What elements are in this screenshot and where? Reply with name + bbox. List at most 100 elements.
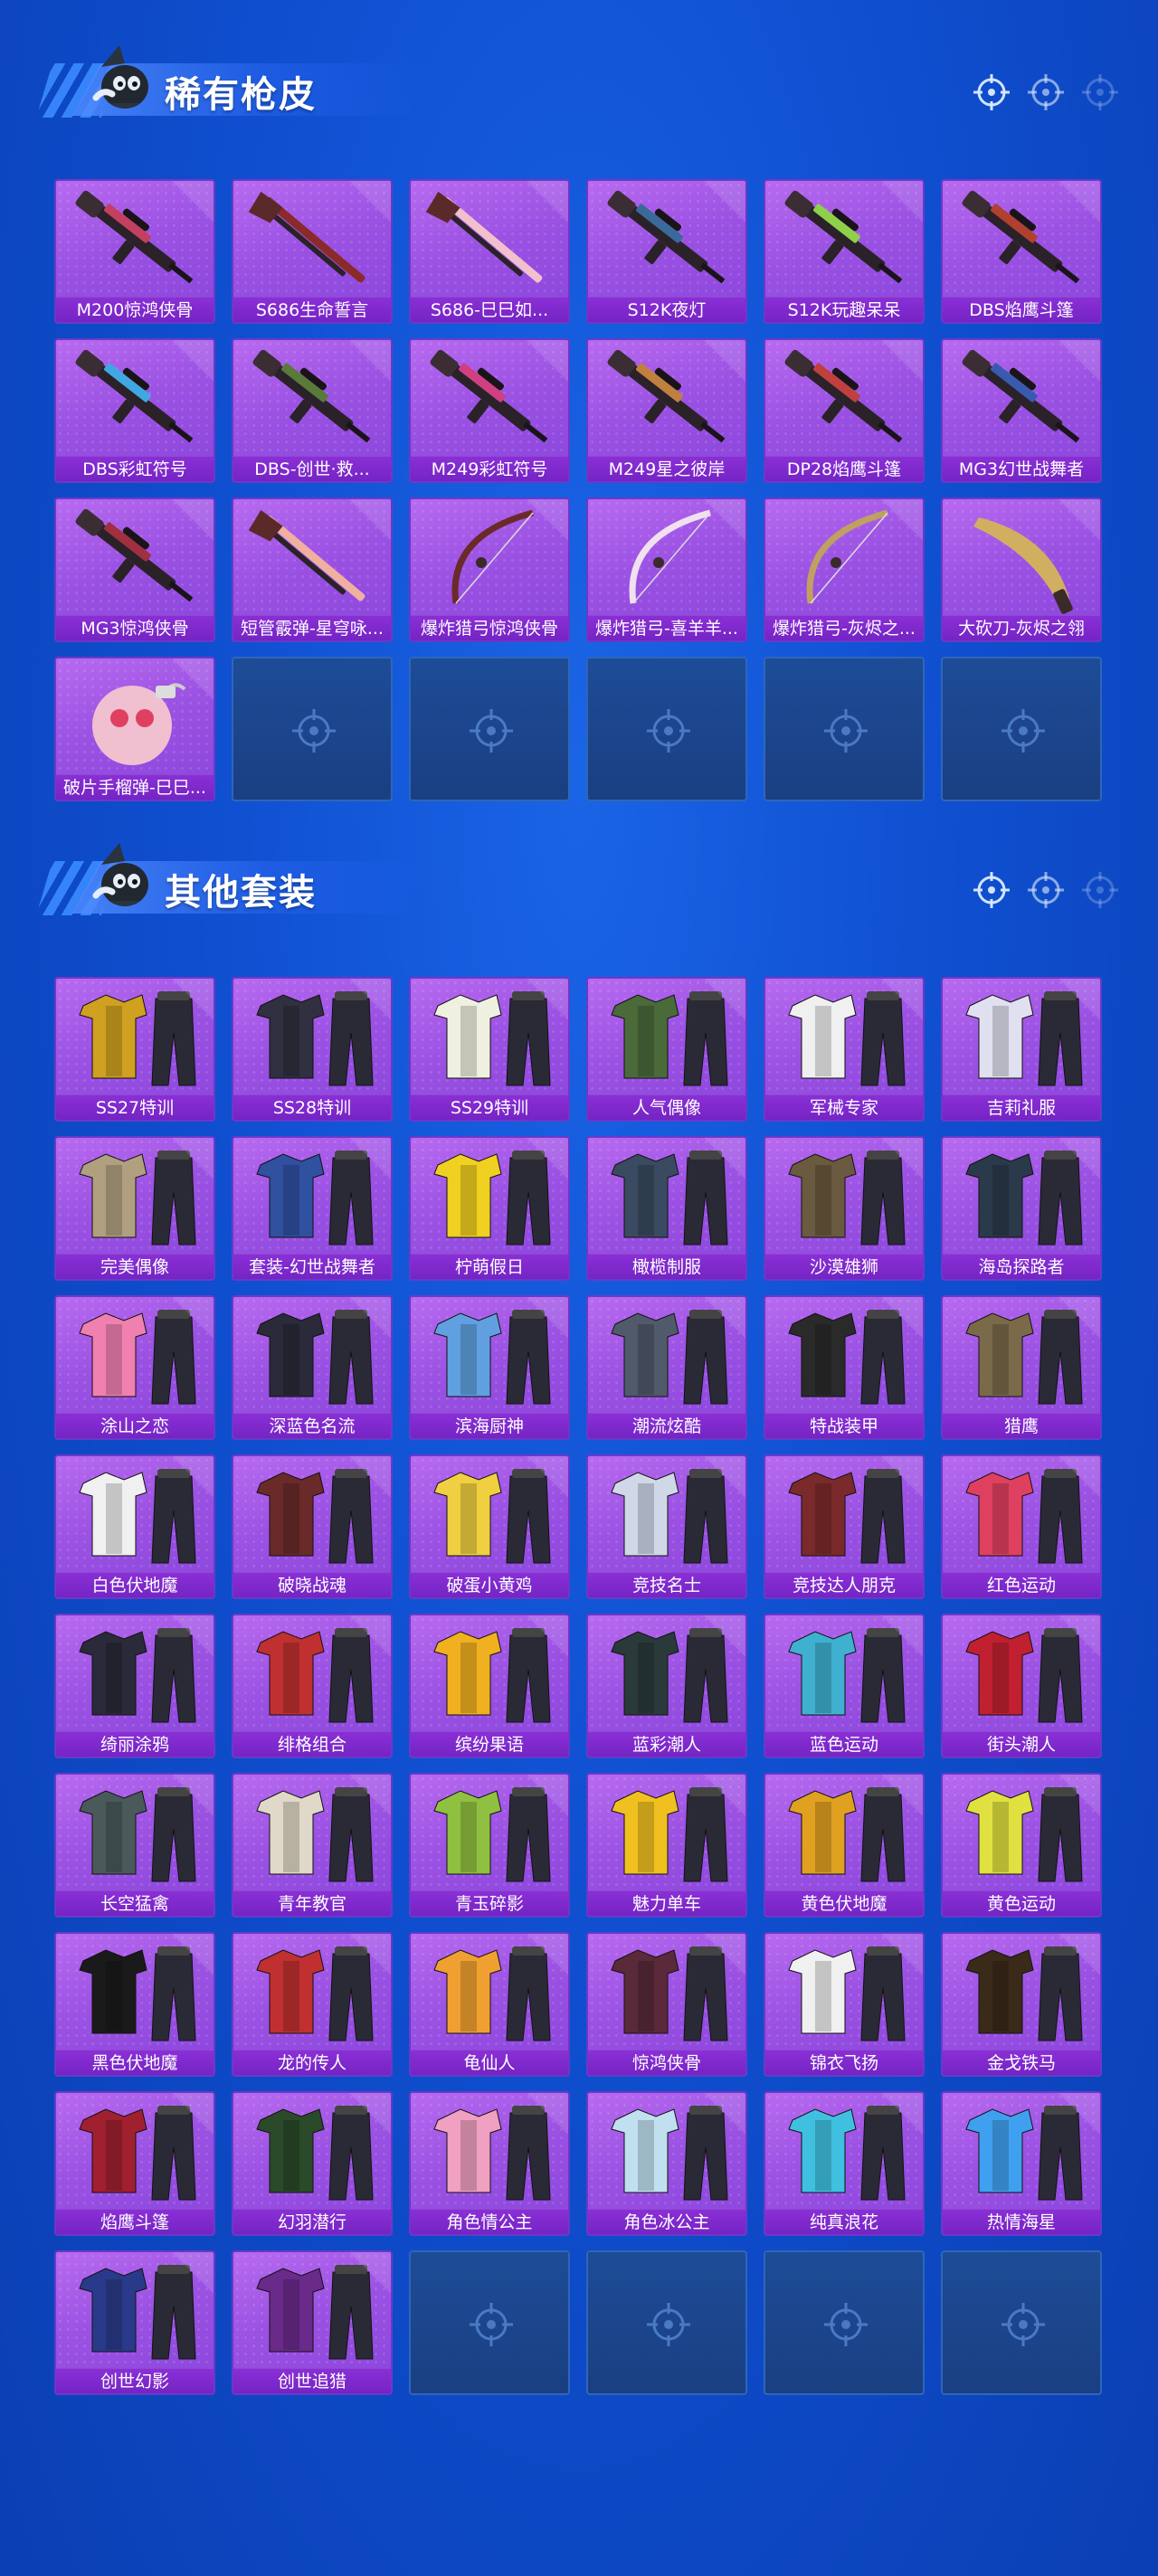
- item-card[interactable]: 竞技名士: [586, 1454, 747, 1599]
- item-card[interactable]: 金戈铁马: [941, 1932, 1102, 2077]
- item-label: M249彩虹符号: [411, 456, 568, 481]
- item-card[interactable]: 幻羽潜行: [232, 2091, 393, 2236]
- item-card[interactable]: 猎鹰: [941, 1295, 1102, 1440]
- pagination-dots: [972, 72, 1118, 112]
- item-label: 热情海星: [943, 2209, 1100, 2234]
- item-label: 龙的传人: [233, 2050, 391, 2075]
- weapon-image: [233, 499, 391, 617]
- crosshair-icon[interactable]: [1080, 72, 1120, 112]
- item-card[interactable]: DP28焰鹰斗篷: [764, 338, 925, 483]
- item-card[interactable]: 破片手榴弹-巳巳...: [54, 657, 215, 801]
- item-card[interactable]: 红色运动: [941, 1454, 1102, 1599]
- item-card[interactable]: 橄榄制服: [586, 1136, 747, 1281]
- item-card[interactable]: 竞技达人朋克: [764, 1454, 925, 1599]
- item-card[interactable]: 青玉碎影: [409, 1773, 570, 1918]
- empty-slot: [941, 2250, 1102, 2395]
- item-card[interactable]: MG3幻世战舞者: [941, 338, 1102, 483]
- crosshair-icon[interactable]: [972, 870, 1011, 910]
- item-card[interactable]: 大砍刀-灰烬之翎: [941, 497, 1102, 642]
- item-card[interactable]: 魅力单车: [586, 1773, 747, 1918]
- item-card[interactable]: 纯真浪花: [764, 2091, 925, 2236]
- item-card[interactable]: S12K夜灯: [586, 179, 747, 324]
- item-card[interactable]: 焰鹰斗篷: [54, 2091, 215, 2236]
- item-card[interactable]: 黄色伏地魔: [764, 1773, 925, 1918]
- item-label: 涂山之恋: [56, 1413, 214, 1438]
- item-card[interactable]: 黑色伏地魔: [54, 1932, 215, 2077]
- outfit-image: [56, 1615, 214, 1733]
- item-card[interactable]: 深蓝色名流: [232, 1295, 393, 1440]
- item-card[interactable]: 涂山之恋: [54, 1295, 215, 1440]
- item-card[interactable]: 破蛋小黄鸡: [409, 1454, 570, 1599]
- item-card[interactable]: DBS-创世·救...: [232, 338, 393, 483]
- item-card[interactable]: 锦衣飞扬: [764, 1932, 925, 2077]
- item-card[interactable]: SS29特训: [409, 977, 570, 1122]
- item-card[interactable]: 爆炸猎弓惊鸿侠骨: [409, 497, 570, 642]
- pagination-dots: [972, 870, 1118, 910]
- item-card[interactable]: 白色伏地魔: [54, 1454, 215, 1599]
- item-card[interactable]: 创世追猎: [232, 2250, 393, 2395]
- item-card[interactable]: 特战装甲: [764, 1295, 925, 1440]
- outfit-image: [943, 1615, 1100, 1733]
- item-label: M200惊鸿侠骨: [56, 297, 214, 322]
- item-card[interactable]: M249彩虹符号: [409, 338, 570, 483]
- item-card[interactable]: 黄色运动: [941, 1773, 1102, 1918]
- item-card[interactable]: S686生命誓言: [232, 179, 393, 324]
- item-card[interactable]: 套装-幻世战舞者: [232, 1136, 393, 1281]
- item-card[interactable]: 滨海厨神: [409, 1295, 570, 1440]
- item-label: 白色伏地魔: [56, 1572, 214, 1597]
- outfit-image: [943, 2093, 1100, 2211]
- item-card[interactable]: 潮流炫酷: [586, 1295, 747, 1440]
- item-card[interactable]: 破晓战魂: [232, 1454, 393, 1599]
- item-card[interactable]: 龟仙人: [409, 1932, 570, 2077]
- weapon-image: [233, 181, 391, 298]
- item-card[interactable]: 人气偶像: [586, 977, 747, 1122]
- item-card[interactable]: 爆炸猎弓-灰烬之...: [764, 497, 925, 642]
- crosshair-icon[interactable]: [1026, 72, 1066, 112]
- item-card[interactable]: 蓝色运动: [764, 1614, 925, 1758]
- item-label: 青玉碎影: [411, 1890, 568, 1916]
- item-card[interactable]: 缤纷果语: [409, 1614, 570, 1758]
- item-card[interactable]: 吉莉礼服: [941, 977, 1102, 1122]
- item-card[interactable]: S12K玩趣呆呆: [764, 179, 925, 324]
- item-card[interactable]: DBS彩虹符号: [54, 338, 215, 483]
- weapon-image: [56, 340, 214, 458]
- item-card[interactable]: 青年教官: [232, 1773, 393, 1918]
- outfit-image: [943, 1138, 1100, 1255]
- item-card[interactable]: 街头潮人: [941, 1614, 1102, 1758]
- outfit-image: [56, 2252, 214, 2370]
- item-card[interactable]: 长空猛禽: [54, 1773, 215, 1918]
- item-card[interactable]: 绮丽涂鸦: [54, 1614, 215, 1758]
- item-card[interactable]: 短管霰弹-星穹咏...: [232, 497, 393, 642]
- item-card[interactable]: 沙漠雄狮: [764, 1136, 925, 1281]
- item-card[interactable]: MG3惊鸿侠骨: [54, 497, 215, 642]
- empty-slot: [232, 657, 393, 801]
- crosshair-icon[interactable]: [972, 72, 1011, 112]
- item-card[interactable]: M249星之彼岸: [586, 338, 747, 483]
- item-card[interactable]: 热情海星: [941, 2091, 1102, 2236]
- item-card[interactable]: 完美偶像: [54, 1136, 215, 1281]
- crosshair-icon[interactable]: [1026, 870, 1066, 910]
- item-label: 锦衣飞扬: [765, 2050, 923, 2075]
- item-card[interactable]: 海岛探路者: [941, 1136, 1102, 1281]
- item-card[interactable]: S686-巳巳如...: [409, 179, 570, 324]
- item-card[interactable]: 角色冰公主: [586, 2091, 747, 2236]
- item-card[interactable]: 龙的传人: [232, 1932, 393, 2077]
- item-card[interactable]: 军械专家: [764, 977, 925, 1122]
- item-card[interactable]: M200惊鸿侠骨: [54, 179, 215, 324]
- item-card[interactable]: SS27特训: [54, 977, 215, 1122]
- item-label: SS27特训: [56, 1094, 214, 1120]
- item-card[interactable]: 创世幻影: [54, 2250, 215, 2395]
- item-card[interactable]: 绯格组合: [232, 1614, 393, 1758]
- item-card[interactable]: 惊鸿侠骨: [586, 1932, 747, 2077]
- item-label: 青年教官: [233, 1890, 391, 1916]
- item-card[interactable]: SS28特训: [232, 977, 393, 1122]
- crosshair-icon[interactable]: [1080, 870, 1120, 910]
- item-card[interactable]: 角色情公主: [409, 2091, 570, 2236]
- outfit-image: [233, 1456, 391, 1574]
- item-label: S12K玩趣呆呆: [765, 297, 923, 322]
- item-card[interactable]: 爆炸猎弓-喜羊羊...: [586, 497, 747, 642]
- item-card[interactable]: DBS焰鹰斗篷: [941, 179, 1102, 324]
- outfit-image: [943, 1775, 1100, 1892]
- item-card[interactable]: 柠萌假日: [409, 1136, 570, 1281]
- item-card[interactable]: 蓝彩潮人: [586, 1614, 747, 1758]
